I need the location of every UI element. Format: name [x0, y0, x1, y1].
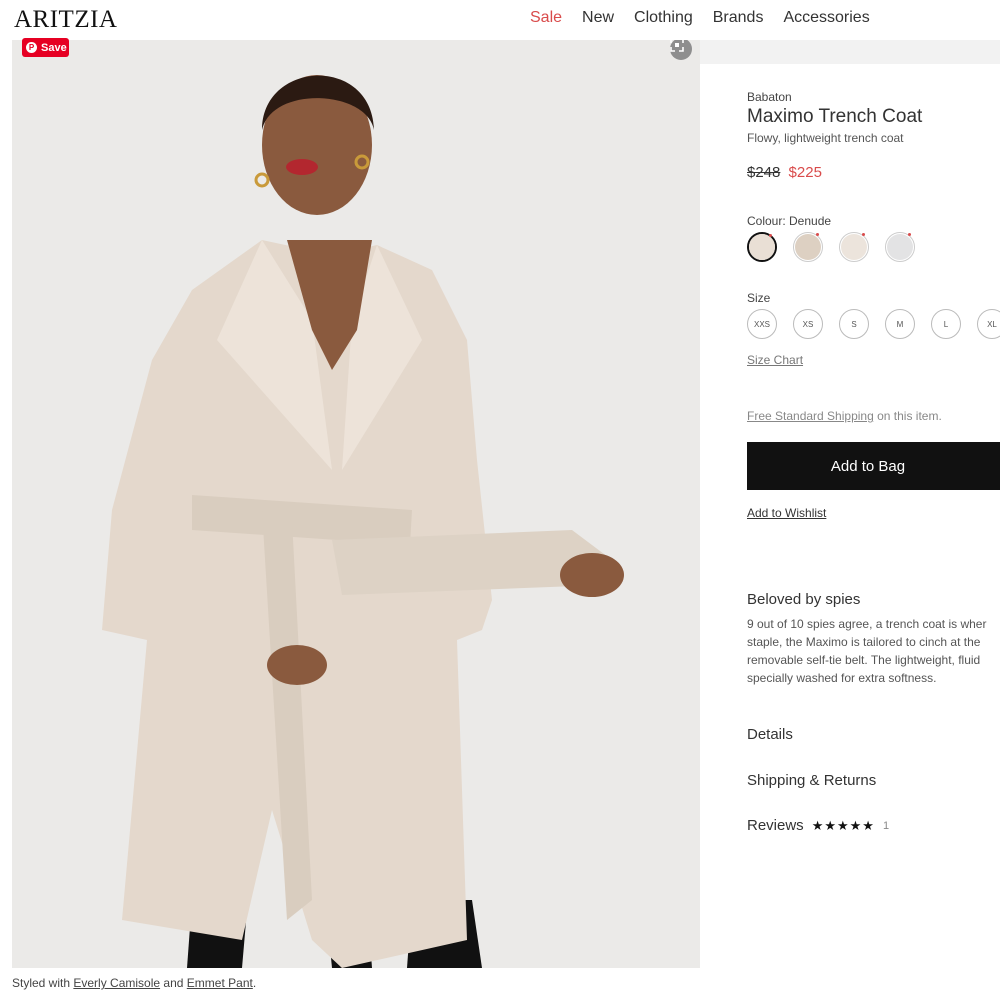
- pin-save-label: Save: [41, 41, 67, 54]
- sale-dot: [816, 233, 819, 236]
- shipping-returns-accordion[interactable]: Shipping & Returns: [747, 772, 876, 789]
- styled-with-suffix: .: [252, 976, 257, 990]
- review-count: 1: [882, 819, 890, 832]
- reviews-label: Reviews: [747, 817, 804, 834]
- nav-accessories[interactable]: Accessories: [783, 9, 869, 27]
- swatch-fill: [887, 234, 913, 260]
- pinterest-save-button[interactable]: P Save: [22, 38, 69, 57]
- size-m[interactable]: M: [885, 309, 915, 339]
- nav-clothing[interactable]: Clothing: [634, 9, 693, 27]
- product-title: Maximo Trench Coat: [747, 106, 923, 127]
- description-line: removable self-tie belt. The lightweight…: [747, 653, 981, 667]
- product-brand[interactable]: Babaton: [747, 90, 792, 104]
- everly-camisole-link[interactable]: Everly Camisole: [73, 976, 160, 990]
- shipping-note: Free Standard Shipping on this item.: [747, 409, 942, 423]
- sale-dot: [862, 233, 865, 236]
- size-xs[interactable]: XS: [793, 309, 823, 339]
- description-line: 9 out of 10 spies agree, a trench coat i…: [747, 617, 987, 631]
- colour-swatches: [747, 232, 1000, 264]
- add-to-bag-button[interactable]: Add to Bag: [747, 442, 1000, 490]
- top-strip: [700, 40, 1000, 64]
- nav-new[interactable]: New: [582, 9, 614, 27]
- free-shipping-link[interactable]: Free Standard Shipping: [747, 409, 874, 423]
- star-rating-icon: ★★★★★: [811, 817, 875, 833]
- emmet-pant-link[interactable]: Emmet Pant: [187, 976, 253, 990]
- swatch-fill: [749, 234, 775, 260]
- description-line: specially washed for extra softness.: [747, 671, 937, 685]
- colour-swatch-denude[interactable]: [747, 232, 777, 262]
- model-illustration: [102, 75, 624, 968]
- reviews-accordion[interactable]: Reviews ★★★★★ 1: [747, 817, 889, 834]
- product-price: $248 $225: [747, 164, 822, 181]
- swatch-fill: [795, 234, 821, 260]
- aritzia-logo[interactable]: ARITZIA: [14, 6, 117, 34]
- styled-with-prefix: Styled with: [12, 976, 71, 990]
- styled-with-and: and: [163, 976, 184, 990]
- size-l[interactable]: L: [931, 309, 961, 339]
- swatch-fill: [841, 234, 867, 260]
- sale-price: $225: [788, 164, 822, 181]
- size-xl[interactable]: XL: [977, 309, 1000, 339]
- colour-label: Colour: Denude: [747, 214, 832, 228]
- add-to-wishlist-link[interactable]: Add to Wishlist: [747, 506, 826, 520]
- description-heading: Beloved by spies: [747, 591, 861, 608]
- product-subtitle: Flowy, lightweight trench coat: [747, 131, 904, 145]
- size-label: Size: [747, 291, 771, 305]
- size-options: XXS XS S M L XL: [747, 309, 1000, 341]
- pinterest-icon: P: [26, 42, 37, 53]
- nav-sale[interactable]: Sale: [530, 9, 562, 27]
- product-image[interactable]: [12, 40, 700, 968]
- description-body: 9 out of 10 spies agree, a trench coat i…: [747, 615, 1000, 687]
- colour-swatch-2[interactable]: [793, 232, 823, 262]
- size-xxs[interactable]: XXS: [747, 309, 777, 339]
- colour-swatch-4[interactable]: [885, 232, 915, 262]
- main-nav: Sale New Clothing Brands Accessories: [530, 9, 890, 27]
- nav-brands[interactable]: Brands: [713, 9, 764, 27]
- shipping-suffix: on this item.: [877, 409, 942, 423]
- size-chart-link[interactable]: Size Chart: [747, 353, 803, 367]
- size-s[interactable]: S: [839, 309, 869, 339]
- site-header: ARITZIA Sale New Clothing Brands Accesso…: [0, 0, 1000, 40]
- details-accordion[interactable]: Details: [747, 726, 793, 743]
- original-price: $248: [747, 164, 781, 181]
- styled-with: Styled with Everly Camisole and Emmet Pa…: [12, 976, 256, 990]
- description-line: staple, the Maximo is tailored to cinch …: [747, 635, 981, 649]
- colour-swatch-3[interactable]: [839, 232, 869, 262]
- sale-dot: [908, 233, 911, 236]
- sale-dot: [769, 234, 772, 237]
